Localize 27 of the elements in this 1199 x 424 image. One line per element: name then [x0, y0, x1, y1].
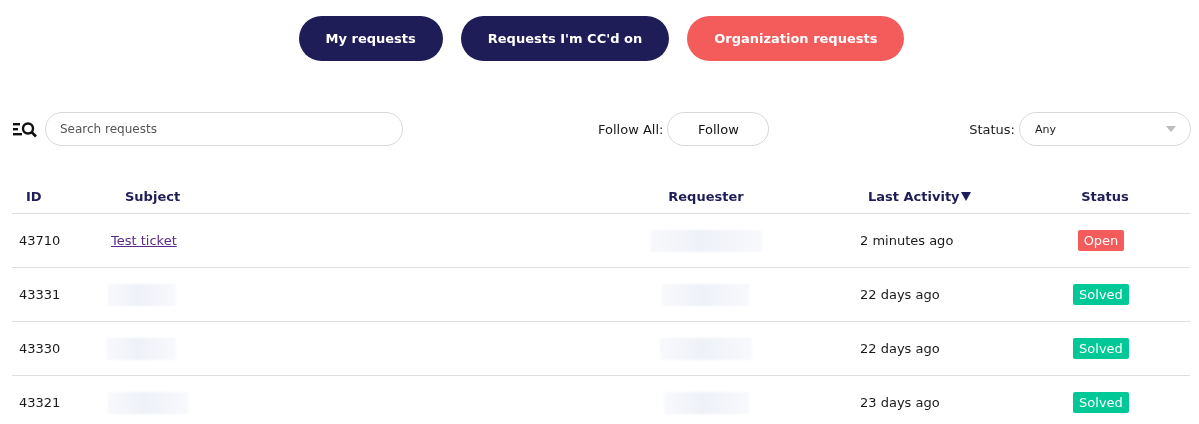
status-label: Status:: [969, 121, 1015, 137]
column-header[interactable]: Requester: [668, 189, 744, 204]
request-tab[interactable]: Requests I'm CC'd on: [460, 16, 670, 61]
caret-icon: [1166, 126, 1176, 132]
column-header[interactable]: Subject: [105, 189, 181, 204]
follow-all-label: Follow All:: [598, 121, 664, 137]
request-tab[interactable]: My requests: [298, 16, 443, 61]
column-header[interactable]: Status: [1081, 189, 1129, 204]
last-activity-cell-text: 23 days ago: [859, 395, 940, 410]
search-list-icon: [12, 120, 38, 138]
search-field[interactable]: Search requests: [45, 112, 403, 146]
follow-button[interactable]: Follow: [667, 112, 770, 146]
status-badge: Solved: [1073, 338, 1129, 359]
subject-link[interactable]: Test ticket: [111, 233, 177, 248]
id-cell-text: 43321: [18, 395, 61, 410]
id-cell-text: 43710: [18, 233, 61, 248]
last-activity-cell-text: 2 minutes ago: [859, 233, 954, 248]
column-header[interactable]: Last Activity: [812, 189, 971, 204]
sort-arrow-icon: [960, 192, 971, 201]
last-activity-cell-text: 22 days ago: [859, 341, 940, 356]
last-activity-cell-text: 22 days ago: [859, 287, 940, 302]
status-badge: Solved: [1073, 392, 1129, 413]
id-cell-text: 43331: [18, 287, 61, 302]
status-badge: Open: [1077, 230, 1125, 251]
status-badge: Solved: [1073, 284, 1129, 305]
column-header[interactable]: ID: [12, 189, 42, 204]
id-cell-text: 43330: [18, 341, 61, 356]
